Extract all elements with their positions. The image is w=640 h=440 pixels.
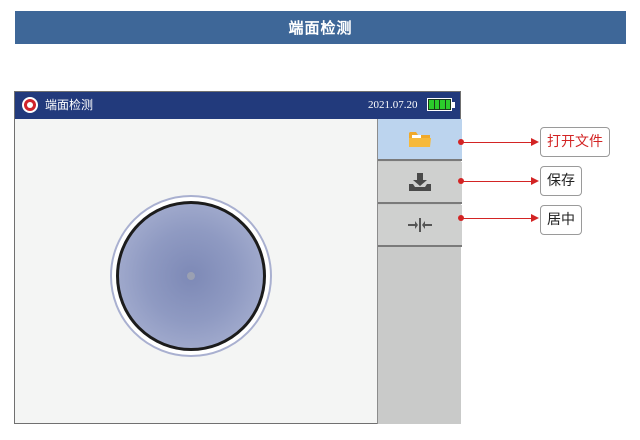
center-leader-line bbox=[461, 218, 531, 219]
open-file-callout: 打开文件 bbox=[540, 127, 610, 157]
save-leader-arrow bbox=[531, 177, 539, 185]
page-title-banner: 端面检测 bbox=[15, 11, 626, 44]
date-label: 2021.07.20 bbox=[368, 99, 418, 111]
sidebar bbox=[377, 119, 462, 424]
open-file-leader-arrow bbox=[531, 138, 539, 146]
center-leader-arrow bbox=[531, 214, 539, 222]
open-file-button[interactable] bbox=[378, 119, 462, 161]
center-button[interactable] bbox=[378, 205, 462, 247]
battery-icon bbox=[427, 98, 452, 111]
center-arrows-icon bbox=[408, 218, 432, 232]
center-callout: 居中 bbox=[540, 205, 582, 235]
fiber-endface-viewer[interactable] bbox=[15, 119, 377, 423]
device-screen: 端面检测 2021.07.20 bbox=[14, 91, 462, 424]
save-leader-line bbox=[461, 181, 531, 182]
page-title: 端面检测 bbox=[288, 19, 353, 37]
open-file-leader-line bbox=[461, 142, 531, 143]
fiber-endface bbox=[116, 201, 266, 351]
save-callout: 保存 bbox=[540, 166, 582, 196]
download-tray-icon bbox=[409, 173, 431, 191]
app-titlebar: 端面检测 2021.07.20 bbox=[15, 92, 460, 119]
save-button[interactable] bbox=[378, 162, 462, 204]
folder-icon bbox=[409, 132, 431, 147]
fiber-cladding bbox=[110, 195, 272, 357]
fiber-core bbox=[187, 272, 195, 280]
app-logo-icon bbox=[22, 97, 38, 113]
battery-tip bbox=[452, 102, 455, 108]
app-title: 端面检测 bbox=[45, 98, 94, 112]
